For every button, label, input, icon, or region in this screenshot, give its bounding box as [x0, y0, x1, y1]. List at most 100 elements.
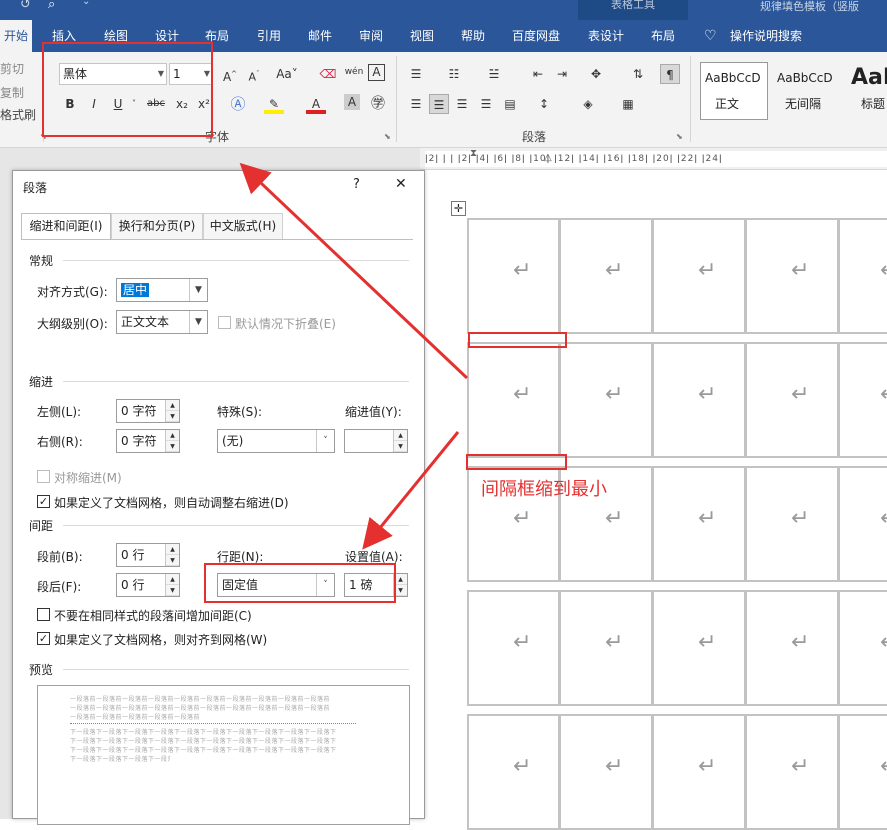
style-no-spacing[interactable]: AaBbCcD 无间隔: [772, 62, 842, 120]
asian-layout-icon[interactable]: ✥: [586, 64, 606, 84]
tell-me-search[interactable]: 操作说明搜索: [730, 20, 802, 52]
table-cell[interactable]: ↵: [652, 590, 746, 706]
annotation-box-gap-1: [468, 332, 567, 348]
tab-table-layout[interactable]: 布局: [651, 20, 675, 52]
font-color-icon[interactable]: A: [306, 94, 326, 114]
space-after-spinner[interactable]: 0 行 ▲ ▼: [116, 573, 180, 597]
auto-adjust-indent-checkbox[interactable]: ✓: [37, 495, 50, 508]
table-cell[interactable]: ↵: [652, 466, 746, 582]
collapse-label: 默认情况下折叠(E): [235, 317, 336, 331]
table-cell[interactable]: ↵: [559, 714, 653, 830]
table-cell[interactable]: ↵: [467, 218, 560, 334]
spacing-section-label: 间距: [29, 519, 54, 533]
justify-icon[interactable]: ☰: [476, 94, 496, 114]
clear-format-icon[interactable]: ⌫: [318, 64, 338, 84]
paragraph-launcher-icon[interactable]: ⬊: [676, 132, 683, 141]
cut-button[interactable]: 剪切: [0, 60, 24, 77]
table-move-handle-icon[interactable]: ✛: [451, 201, 466, 216]
increase-indent-icon[interactable]: ⇥: [552, 64, 572, 84]
style-heading[interactable]: AaB 标题: [846, 62, 887, 120]
indent-marker-icon[interactable]: ⧗: [470, 148, 477, 159]
table-cell[interactable]: ↵: [838, 218, 887, 334]
tab-asian-typography[interactable]: 中文版式(H): [203, 213, 283, 239]
tab-references[interactable]: 引用: [257, 20, 281, 52]
align-center-icon[interactable]: ☰: [429, 94, 449, 114]
grow-font-icon[interactable]: A^: [220, 64, 240, 84]
tab-table-design[interactable]: 表设计: [588, 20, 624, 52]
table-cell[interactable]: ↵: [652, 218, 746, 334]
table-cell[interactable]: ↵: [838, 342, 887, 458]
table-cell[interactable]: ↵: [467, 590, 560, 706]
outline-level-select[interactable]: 正文文本 ▼: [116, 310, 208, 334]
numbering-icon[interactable]: ☷: [444, 64, 464, 84]
table-cell[interactable]: ↵: [467, 714, 560, 830]
text-effects-icon[interactable]: Ⓐ: [228, 94, 248, 114]
highlight-icon[interactable]: ✎: [264, 94, 284, 114]
refresh-icon[interactable]: ↺: [20, 0, 31, 12]
font-launcher-icon[interactable]: ⬊: [384, 132, 391, 141]
table-cell[interactable]: ↵: [745, 466, 839, 582]
tab-review[interactable]: 审阅: [359, 20, 383, 52]
table-cell[interactable]: ↵: [745, 342, 839, 458]
help-button[interactable]: ?: [353, 177, 360, 192]
special-indent-select[interactable]: (无) ˅: [217, 429, 335, 453]
shrink-font-icon[interactable]: Aˇ: [244, 64, 264, 84]
borders-icon[interactable]: ▦: [618, 94, 638, 114]
table-cell[interactable]: ↵: [745, 590, 839, 706]
tab-mailings[interactable]: 邮件: [308, 20, 332, 52]
table-cell[interactable]: ↵: [745, 714, 839, 830]
table-cell[interactable]: ↵: [467, 342, 560, 458]
alignment-select[interactable]: 居中 ▼: [116, 278, 208, 302]
format-painter-button[interactable]: 格式刷: [0, 106, 36, 123]
table-cell[interactable]: ↵: [838, 714, 887, 830]
decrease-indent-icon[interactable]: ⇤: [528, 64, 548, 84]
print-preview-icon[interactable]: ⌕: [48, 0, 55, 12]
bullets-icon[interactable]: ☰: [406, 64, 426, 84]
line-spacing-icon[interactable]: ↕: [534, 94, 554, 114]
table-cell[interactable]: ↵: [838, 590, 887, 706]
change-case-icon[interactable]: Aa˅: [274, 64, 300, 84]
snap-to-grid-checkbox[interactable]: ✓: [37, 632, 50, 645]
right-indent-spinner[interactable]: 0 字符 ▲ ▼: [116, 429, 180, 453]
multilevel-list-icon[interactable]: ☱: [484, 64, 504, 84]
tab-baidu-netdisk[interactable]: 百度网盘: [512, 20, 560, 52]
table-cell[interactable]: ↵: [559, 342, 653, 458]
table-cell[interactable]: ↵: [559, 590, 653, 706]
phonetic-guide-icon[interactable]: wén: [344, 62, 364, 82]
copy-button[interactable]: 复制: [0, 84, 24, 101]
tab-view[interactable]: 视图: [410, 20, 434, 52]
right-indent-marker-icon[interactable]: △: [544, 152, 552, 163]
table-cell[interactable]: ↵: [652, 714, 746, 830]
align-left-icon[interactable]: ☰: [406, 94, 426, 114]
shading-icon[interactable]: ◈: [578, 94, 598, 114]
table-cell[interactable]: ↵: [838, 466, 887, 582]
show-marks-icon[interactable]: ¶: [660, 64, 680, 84]
table-cell[interactable]: ↵: [652, 342, 746, 458]
tab-help[interactable]: 帮助: [461, 20, 485, 52]
indent-by-spinner[interactable]: ▲ ▼: [344, 429, 408, 453]
preview-before-line: 一段落前一段落前一段落前一段落前一段落前一段落前一段落前一段落前一段落前一段落前: [70, 696, 331, 703]
style-normal[interactable]: AaBbCcD 正文: [700, 62, 768, 120]
tab-indents-spacing[interactable]: 缩进和间距(I): [21, 213, 111, 240]
table-cell[interactable]: ↵: [745, 218, 839, 334]
collapse-checkbox[interactable]: [218, 316, 231, 329]
sort-icon[interactable]: ⇅: [628, 64, 648, 84]
distributed-icon[interactable]: ▤: [500, 94, 520, 114]
dialog-title: 段落: [23, 181, 48, 195]
tab-line-page-breaks[interactable]: 换行和分页(P): [111, 213, 203, 239]
tab-home[interactable]: 开始: [0, 20, 33, 52]
left-indent-spinner[interactable]: 0 字符 ▲ ▼: [116, 399, 180, 423]
mirror-indent-checkbox[interactable]: [37, 470, 50, 483]
table-cell[interactable]: ↵: [559, 218, 653, 334]
preview-before-line: 一段落前一段落前一段落前一段落前一段落前一段落前一段落前一段落前一段落前一段落前: [70, 705, 331, 712]
align-right-icon[interactable]: ☰: [452, 94, 472, 114]
space-before-spinner[interactable]: 0 行 ▲ ▼: [116, 543, 180, 567]
enclose-char-icon[interactable]: ㊫: [368, 94, 388, 114]
char-border-icon[interactable]: A: [368, 64, 385, 81]
paragraph-mark-icon: ↵: [791, 382, 810, 407]
close-button[interactable]: ✕: [395, 176, 407, 192]
char-shading-icon[interactable]: A: [344, 94, 360, 110]
customize-qat-icon[interactable]: ⌄: [82, 0, 90, 7]
dont-add-space-checkbox[interactable]: [37, 608, 50, 621]
paragraph-mark-icon: ↵: [880, 754, 887, 779]
